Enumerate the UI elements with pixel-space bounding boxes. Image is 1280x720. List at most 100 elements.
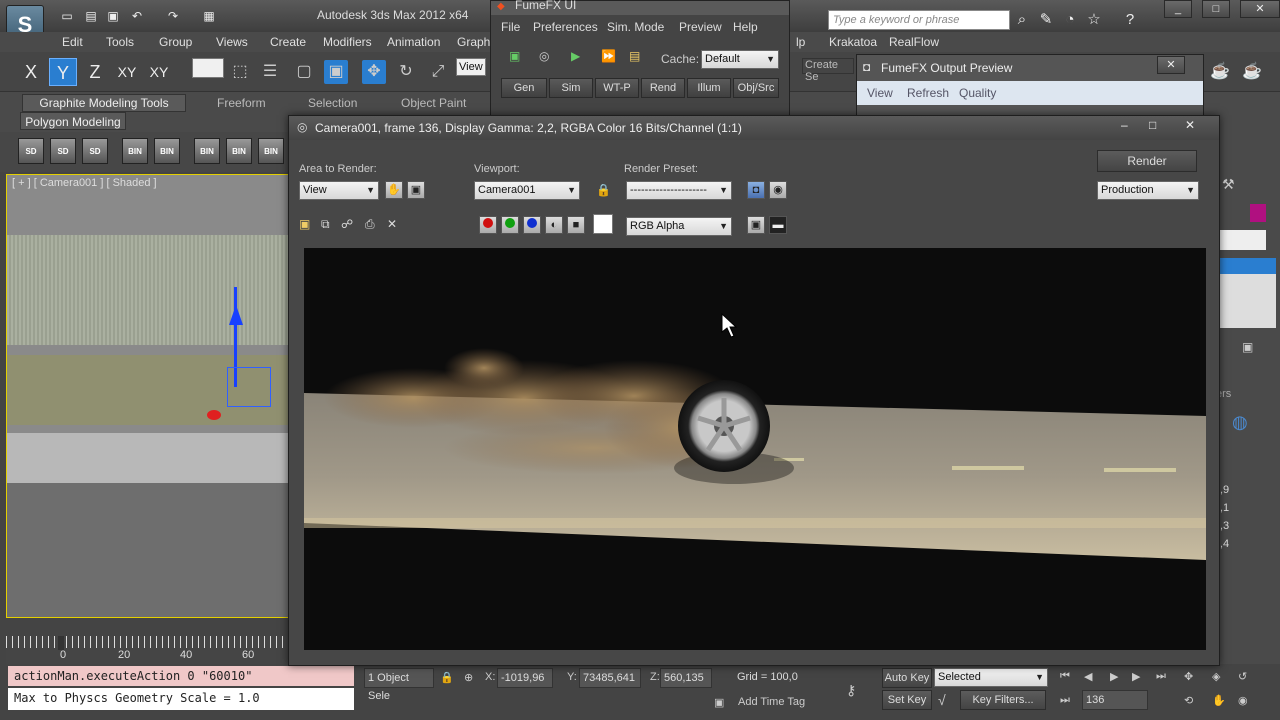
lock-selection-icon[interactable]: 🔒 <box>440 671 454 684</box>
polygon-modeling-panel[interactable]: Polygon Modeling <box>20 112 126 130</box>
camera-viewport[interactable] <box>6 174 292 618</box>
ribbon-tab-selection[interactable]: Selection <box>308 94 357 112</box>
fx-menu-preview[interactable]: Preview <box>679 20 722 34</box>
toggle-ui-icon[interactable]: ▬ <box>769 216 787 234</box>
preview-close-button[interactable]: ✕ <box>1157 56 1185 74</box>
play-icon[interactable]: ▶ <box>1110 670 1118 683</box>
fx-tab-sim[interactable]: Sim <box>549 78 593 98</box>
set-key-button[interactable]: Set Key <box>882 690 932 710</box>
current-frame-field[interactable]: 136 <box>1082 690 1148 710</box>
fx-continue-sim-icon[interactable]: ⏩ <box>601 49 616 63</box>
fx-start-sim-icon[interactable]: ▶ <box>571 49 580 63</box>
render-close-button[interactable]: ✕ <box>1185 118 1195 132</box>
fx-reset-icon[interactable]: ◎ <box>539 49 549 63</box>
rotate-icon[interactable]: ↻ <box>394 60 418 84</box>
menu-animation[interactable]: Animation <box>387 35 440 49</box>
x-coord-field[interactable]: -1019,96 <box>497 668 553 688</box>
green-channel-toggle[interactable] <box>501 216 519 234</box>
go-to-end-icon[interactable]: ⏭ <box>1156 670 1166 683</box>
bin-plugin-icon[interactable]: BIN <box>258 138 284 164</box>
bin-plugin-icon[interactable]: BIN <box>194 138 220 164</box>
selection-filter-dropdown[interactable] <box>192 58 224 78</box>
y-coord-field[interactable]: 73485,641 <box>579 668 641 688</box>
menu-realflow[interactable]: RealFlow <box>889 35 939 49</box>
fx-cache-folder-icon[interactable]: ▤ <box>629 49 640 63</box>
fx-tab-wtp[interactable]: WT-P <box>595 78 639 98</box>
time-slider-thumb[interactable] <box>58 636 64 650</box>
render-image[interactable] <box>304 248 1206 650</box>
zoom-icon[interactable]: ↺ <box>1238 670 1247 683</box>
edit-region-icon[interactable]: ✋ <box>385 181 403 199</box>
spinner-value[interactable]: ,9 <box>1220 484 1229 496</box>
key-mode-dropdown[interactable]: Selected ▼ <box>934 668 1048 687</box>
move-icon[interactable]: ✥ <box>362 60 386 84</box>
maxscript-listener-output[interactable]: actionMan.executeAction 0 "60010" <box>8 666 354 686</box>
time-tag-icon[interactable]: ▣ <box>714 696 724 709</box>
tools-icon[interactable]: ✎ <box>1036 10 1056 30</box>
object-color-swatch[interactable] <box>1250 204 1266 222</box>
fx-tab-obj-src[interactable]: Obj/Src <box>733 78 779 98</box>
rectangular-selection-icon[interactable]: ▢ <box>292 60 316 84</box>
object-list[interactable] <box>1220 258 1276 328</box>
project-folder-icon[interactable]: ▦ <box>200 9 218 23</box>
next-frame-icon[interactable]: ▶ <box>1132 670 1140 683</box>
configure-icon[interactable]: ▣ <box>1242 340 1258 356</box>
render-button[interactable]: Render <box>1097 150 1197 172</box>
area-to-render-dropdown[interactable]: View ▼ <box>299 181 379 200</box>
scale-icon[interactable]: ⤢ <box>426 60 450 84</box>
red-channel-toggle[interactable] <box>479 216 497 234</box>
binoculars-icon[interactable]: ⌕ <box>1012 10 1032 30</box>
go-to-start-icon[interactable]: ⏮ <box>1060 670 1070 683</box>
ribbon-tab-graphite[interactable]: Graphite Modeling Tools <box>22 94 186 112</box>
render-maximize-button[interactable]: □ <box>1149 118 1156 132</box>
monochrome-toggle[interactable]: ■ <box>567 216 585 234</box>
undo-icon[interactable]: ↶ <box>128 9 146 23</box>
spinner-value[interactable]: ,3 <box>1220 520 1229 532</box>
blue-channel-toggle[interactable] <box>523 216 541 234</box>
modifier-icon[interactable]: ◍ <box>1232 412 1258 434</box>
menu-group[interactable]: Group <box>159 35 192 49</box>
absolute-mode-icon[interactable]: ⊕ <box>464 671 473 684</box>
print-image-icon[interactable]: ⎙ <box>365 217 375 232</box>
hand-pan-icon[interactable]: ✋ <box>1212 694 1226 707</box>
ribbon-tab-object-paint[interactable]: Object Paint <box>401 94 466 112</box>
redo-icon[interactable]: ↷ <box>164 9 182 23</box>
menu-help-partial[interactable]: lp <box>796 35 805 49</box>
sd-plugin-icon[interactable]: SD <box>50 138 76 164</box>
menu-graph[interactable]: Graph <box>457 35 490 49</box>
minimize-button[interactable]: _ <box>1164 0 1192 18</box>
communication-icon[interactable]: ◔ <box>1060 10 1080 30</box>
field-of-view-icon[interactable]: ⟲ <box>1184 694 1193 707</box>
select-object-icon[interactable]: ⬚ <box>228 60 252 84</box>
production-dropdown[interactable]: Production ▼ <box>1097 181 1199 200</box>
reference-coordinate-dropdown[interactable]: View <box>456 58 486 76</box>
fx-menu-sim-mode[interactable]: Sim. Mode <box>607 20 664 34</box>
key-filters-button[interactable]: Key Filters... <box>960 690 1046 710</box>
fx-cache-dropdown[interactable]: Default ▼ <box>701 50 779 69</box>
viewport-dropdown[interactable]: Camera001 ▼ <box>474 181 580 200</box>
fx-menu-help[interactable]: Help <box>733 20 758 34</box>
hammer-icon[interactable]: ⚒ <box>1222 176 1242 196</box>
render-setup-icon[interactable]: ◘ <box>747 181 765 199</box>
copy-image-icon[interactable]: ⧉ <box>321 217 330 232</box>
render-production-icon[interactable]: ☕ <box>1240 60 1264 84</box>
bin-plugin-icon[interactable]: BIN <box>122 138 148 164</box>
menu-views[interactable]: Views <box>216 35 248 49</box>
maximize-button[interactable]: □ <box>1202 0 1230 18</box>
help-icon[interactable]: ? <box>1120 10 1140 30</box>
maxscript-listener-input[interactable]: Max to Physcs Geometry Scale = 1.0 <box>8 688 354 710</box>
axis-xy-cycle-button[interactable]: XY <box>144 58 174 86</box>
render-preset-dropdown[interactable]: --------------------- ▼ <box>626 181 732 200</box>
ribbon-tab-freeform[interactable]: Freeform <box>217 94 266 112</box>
preview-menu-quality[interactable]: Quality <box>959 86 996 100</box>
bin-plugin-icon[interactable]: BIN <box>154 138 180 164</box>
fx-tab-rend[interactable]: Rend <box>641 78 685 98</box>
color-swatch[interactable] <box>593 214 613 234</box>
new-file-icon[interactable]: ▭ <box>58 9 76 23</box>
render-minimize-button[interactable]: – <box>1121 118 1128 132</box>
menu-edit[interactable]: Edit <box>62 35 83 49</box>
search-input[interactable]: Type a keyword or phrase <box>828 10 1010 30</box>
auto-region-icon[interactable]: ▣ <box>407 181 425 199</box>
toggle-ui-overlay-icon[interactable]: ▣ <box>747 216 765 234</box>
environment-icon[interactable]: ◉ <box>769 181 787 199</box>
